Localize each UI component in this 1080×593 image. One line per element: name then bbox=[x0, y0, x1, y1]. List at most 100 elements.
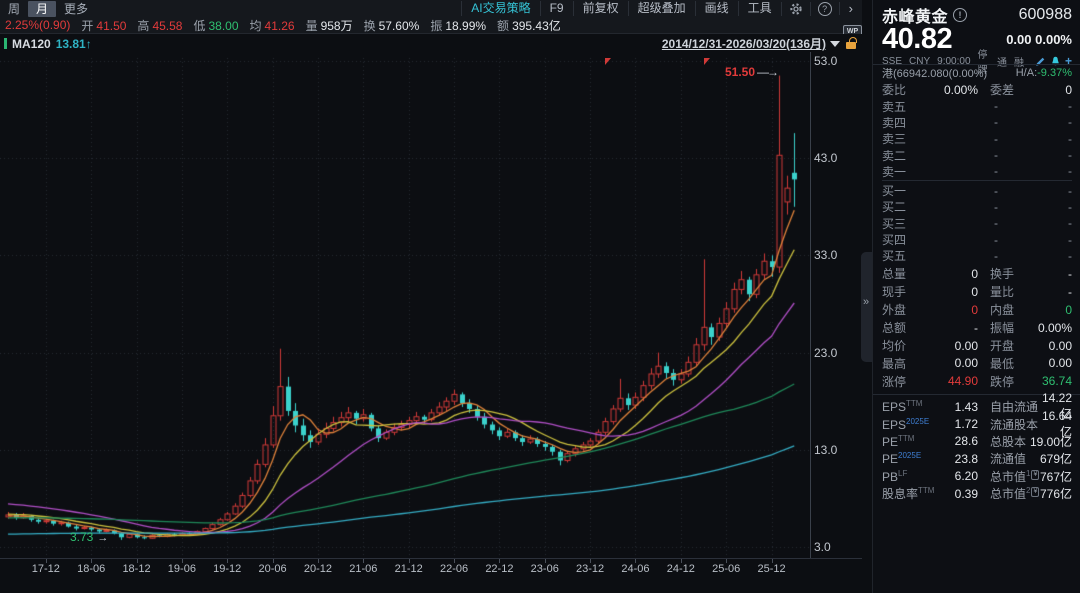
price-change: 0.00 0.00% bbox=[1006, 32, 1072, 47]
stat-row-外盘: 外盘0内盘0 bbox=[882, 301, 1072, 319]
stat-row-涨停: 涨停44.90跌停36.74 bbox=[882, 372, 1072, 390]
bid-volume: - bbox=[998, 233, 1072, 247]
hk-quote: 港(66942.080(0.00%) bbox=[882, 65, 987, 81]
candlestick-canvas[interactable] bbox=[0, 52, 812, 564]
fin-value: 0.39 bbox=[938, 487, 978, 501]
date-range-text[interactable]: 2014/12/31-2026/03/20(136月) bbox=[662, 35, 826, 52]
toolbar-button-2[interactable]: 前复权 bbox=[573, 1, 628, 16]
help-icon[interactable]: ? bbox=[810, 2, 839, 16]
stat-value: 958万 bbox=[321, 19, 353, 33]
right-arrow-icon: ―→ bbox=[757, 65, 777, 79]
stat-label: 现手 bbox=[882, 283, 926, 300]
bid-label: 买三 bbox=[882, 215, 926, 232]
stat-value: 0 bbox=[1014, 303, 1072, 317]
fin-label: EPS2025E bbox=[882, 417, 938, 432]
ask-price: - bbox=[926, 148, 998, 162]
x-tick-mark bbox=[91, 559, 92, 563]
x-tick-label: 20-12 bbox=[296, 563, 340, 575]
ask-volume: - bbox=[998, 164, 1072, 178]
fin-value: 1.72 bbox=[938, 417, 978, 431]
change-value: 0.00 bbox=[1006, 32, 1031, 47]
info-icon[interactable]: ! bbox=[953, 8, 967, 22]
gear-icon[interactable] bbox=[781, 2, 810, 16]
ask-row: 卖四-- bbox=[882, 114, 1072, 130]
question-glyph: ? bbox=[818, 2, 832, 16]
fin-row-PE: PE2025E23.8流通值679亿 bbox=[882, 450, 1072, 467]
stat-value: 0.00 bbox=[926, 339, 978, 353]
stat-row-总额: 总额-振幅0.00% bbox=[882, 319, 1072, 337]
toolbar-button-1[interactable]: F9 bbox=[540, 1, 573, 16]
ask-label: 卖四 bbox=[882, 114, 926, 131]
x-tick-label: 17-12 bbox=[24, 563, 68, 575]
chevron-down-icon[interactable] bbox=[830, 41, 840, 47]
x-tick-label: 21-06 bbox=[341, 563, 385, 575]
bid-price: - bbox=[926, 249, 998, 263]
x-axis-band: 17-1218-0618-1219-0619-1220-0620-1221-06… bbox=[0, 558, 862, 585]
stat-label: 开盘 bbox=[990, 337, 1014, 354]
fin-value-2: 19.00亿 bbox=[1026, 433, 1072, 450]
bid-row: 买一-- bbox=[882, 182, 1072, 198]
stat-label: 量 bbox=[306, 19, 318, 33]
panel-expander[interactable]: » bbox=[860, 0, 872, 593]
ohlc-stats-bar: 2.25%(0.90)开41.50高45.58低38.00均41.26量958万… bbox=[0, 17, 867, 33]
stat-value: 0 bbox=[926, 303, 978, 317]
order-book: 委比0.00%委差0卖五--卖四--卖三--卖二--卖一--买一--买二--买三… bbox=[873, 81, 1080, 264]
tab-月[interactable]: 月 bbox=[28, 1, 56, 17]
y-tick-label: 43.0 bbox=[814, 151, 860, 165]
bid-price: - bbox=[926, 216, 998, 230]
toolbar-button-0[interactable]: AI交易策略 bbox=[461, 1, 539, 16]
stat-label: 换 bbox=[364, 19, 376, 33]
stat-row-现手: 现手0量比- bbox=[882, 283, 1072, 301]
legend-color-bar bbox=[4, 38, 7, 49]
low-price-annotation: 3.73→ bbox=[70, 530, 108, 544]
ask-volume: - bbox=[998, 132, 1072, 146]
x-tick-mark bbox=[545, 559, 546, 563]
toolbar-button-3[interactable]: 超级叠加 bbox=[628, 1, 695, 16]
stat-换: 换57.60% bbox=[364, 17, 420, 34]
weicha-label: 委差 bbox=[990, 81, 1014, 98]
date-range-selector[interactable]: 2014/12/31-2026/03/20(136月) bbox=[662, 36, 856, 51]
x-tick-mark bbox=[409, 559, 410, 563]
bid-price: - bbox=[926, 184, 998, 198]
bid-label: 买四 bbox=[882, 231, 926, 248]
stat-label: 额 bbox=[497, 19, 509, 33]
ask-price: - bbox=[926, 164, 998, 178]
ha-premium: H/A:-9.37% bbox=[1016, 67, 1072, 79]
x-tick-label: 18-12 bbox=[115, 563, 159, 575]
stat-振: 振18.99% bbox=[430, 17, 486, 34]
bid-price: - bbox=[926, 200, 998, 214]
bid-volume: - bbox=[998, 200, 1072, 214]
fin-row-PE: PETTM28.6总股本19.00亿 bbox=[882, 433, 1072, 450]
bid-row: 买五-- bbox=[882, 248, 1072, 264]
high-price-annotation: 51.50―→ bbox=[725, 65, 777, 79]
x-tick-mark bbox=[46, 559, 47, 563]
fin-value: 6.20 bbox=[938, 469, 978, 483]
fin-label-2: 流通值 bbox=[990, 450, 1026, 467]
weibi-label: 委比 bbox=[882, 81, 926, 98]
double-chevron-icon: » bbox=[863, 296, 869, 308]
x-tick-label: 22-12 bbox=[477, 563, 521, 575]
unlock-icon[interactable] bbox=[846, 42, 856, 49]
fin-value: 23.8 bbox=[938, 452, 978, 466]
stat-value: - bbox=[926, 321, 978, 335]
x-tick-label: 18-06 bbox=[69, 563, 113, 575]
chevron-right-icon[interactable]: › bbox=[839, 2, 862, 15]
toolbar-button-5[interactable]: 工具 bbox=[738, 1, 781, 16]
toolbar-actions: AI交易策略F9前复权超级叠加画线工具? › bbox=[461, 0, 862, 17]
tab-更多[interactable]: 更多 bbox=[56, 1, 96, 17]
tab-周[interactable]: 周 bbox=[0, 1, 28, 17]
toolbar-button-4[interactable]: 画线 bbox=[695, 1, 738, 16]
x-tick-label: 20-06 bbox=[251, 563, 295, 575]
stat-value: 44.90 bbox=[926, 374, 978, 388]
yen-icon: ¥ bbox=[1031, 487, 1039, 497]
x-tick-mark bbox=[182, 559, 183, 563]
stat-value: 41.26 bbox=[265, 19, 295, 33]
fin-row-股息率: 股息率TTM0.39总市值2¥776亿 bbox=[882, 485, 1072, 502]
stat-label: 最低 bbox=[990, 355, 1014, 372]
fin-row-PB: PBLF6.20总市值1¥767亿 bbox=[882, 468, 1072, 485]
bid-volume: - bbox=[998, 216, 1072, 230]
stat-value: 38.00 bbox=[208, 19, 238, 33]
stat-value: 36.74 bbox=[1014, 374, 1072, 388]
ask-row: 卖三-- bbox=[882, 131, 1072, 147]
stat-label: 最高 bbox=[882, 355, 926, 372]
